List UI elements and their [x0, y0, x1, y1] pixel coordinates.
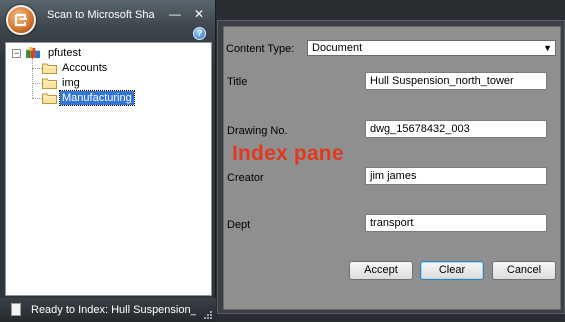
dept-label: Dept — [227, 219, 251, 231]
resize-grip-icon[interactable] — [203, 310, 213, 320]
status-text: Ready to Index: Hull Suspension_... — [31, 304, 196, 316]
content-type-value: Document — [312, 42, 363, 54]
accept-button[interactable]: Accept — [349, 261, 413, 280]
tree-node-label: Manufacturing — [59, 90, 135, 106]
tree-node-label: Accounts — [62, 62, 108, 74]
cancel-button[interactable]: Cancel — [492, 261, 556, 280]
tree-connector — [32, 98, 42, 99]
tree-node-accounts[interactable]: Accounts — [42, 61, 152, 76]
tree-node-manufacturing[interactable]: Manufacturing — [42, 90, 172, 106]
creator-label: Creator — [227, 172, 264, 184]
title-bar[interactable]: Scan to Microsoft Shar... — ✕ ? — [0, 0, 216, 40]
window-title: Scan to Microsoft Shar... — [47, 9, 155, 21]
tree-node-label: pfutest — [48, 47, 82, 59]
app-logo-icon[interactable] — [6, 5, 36, 35]
close-button[interactable]: ✕ — [192, 7, 206, 21]
sharepoint-site-icon — [26, 47, 40, 59]
content-type-label: Content Type: — [226, 43, 295, 55]
tree-node-root[interactable]: − pfutest — [12, 46, 122, 61]
document-icon — [11, 303, 21, 316]
scan-window: Scan to Microsoft Shar... — ✕ ? − pfutes… — [0, 0, 216, 322]
drawing-no-value: dwg_15678432_003 — [370, 123, 470, 135]
clear-button[interactable]: Clear — [420, 261, 484, 280]
folder-icon — [42, 93, 57, 104]
title-label: Title — [227, 76, 248, 88]
folder-icon — [42, 78, 57, 89]
tree-connector — [32, 68, 42, 69]
content-type-select[interactable]: Document ▼ — [307, 40, 556, 56]
tree-node-label: img — [62, 77, 80, 89]
index-pane-caption: Index pane — [232, 142, 344, 165]
index-window: Content Type: Document ▼ Title Hull Susp… — [217, 20, 565, 314]
title-value: Hull Suspension_north_tower — [370, 75, 514, 87]
creator-field[interactable]: jim james — [365, 167, 547, 185]
creator-value: jim james — [370, 170, 417, 182]
help-icon[interactable]: ? — [193, 27, 206, 40]
tree-connector — [32, 58, 33, 98]
drawing-no-field[interactable]: dwg_15678432_003 — [365, 120, 547, 138]
index-pane: Content Type: Document ▼ Title Hull Susp… — [223, 26, 561, 310]
tree-node-img[interactable]: img — [42, 76, 152, 91]
dept-value: transport — [370, 217, 414, 229]
title-field[interactable]: Hull Suspension_north_tower — [365, 72, 547, 90]
drawing-no-label: Drawing No. — [227, 125, 288, 137]
minimize-button[interactable]: — — [168, 7, 182, 21]
status-bar: Ready to Index: Hull Suspension_... — [0, 298, 216, 322]
chevron-down-icon[interactable]: ▼ — [543, 43, 552, 53]
collapse-icon[interactable]: − — [12, 49, 21, 58]
sharepoint-tree[interactable]: − pfutest Accounts img Manufacturing — [5, 42, 212, 296]
tree-connector — [32, 83, 42, 84]
folder-icon — [42, 63, 57, 74]
dept-field[interactable]: transport — [365, 214, 547, 232]
